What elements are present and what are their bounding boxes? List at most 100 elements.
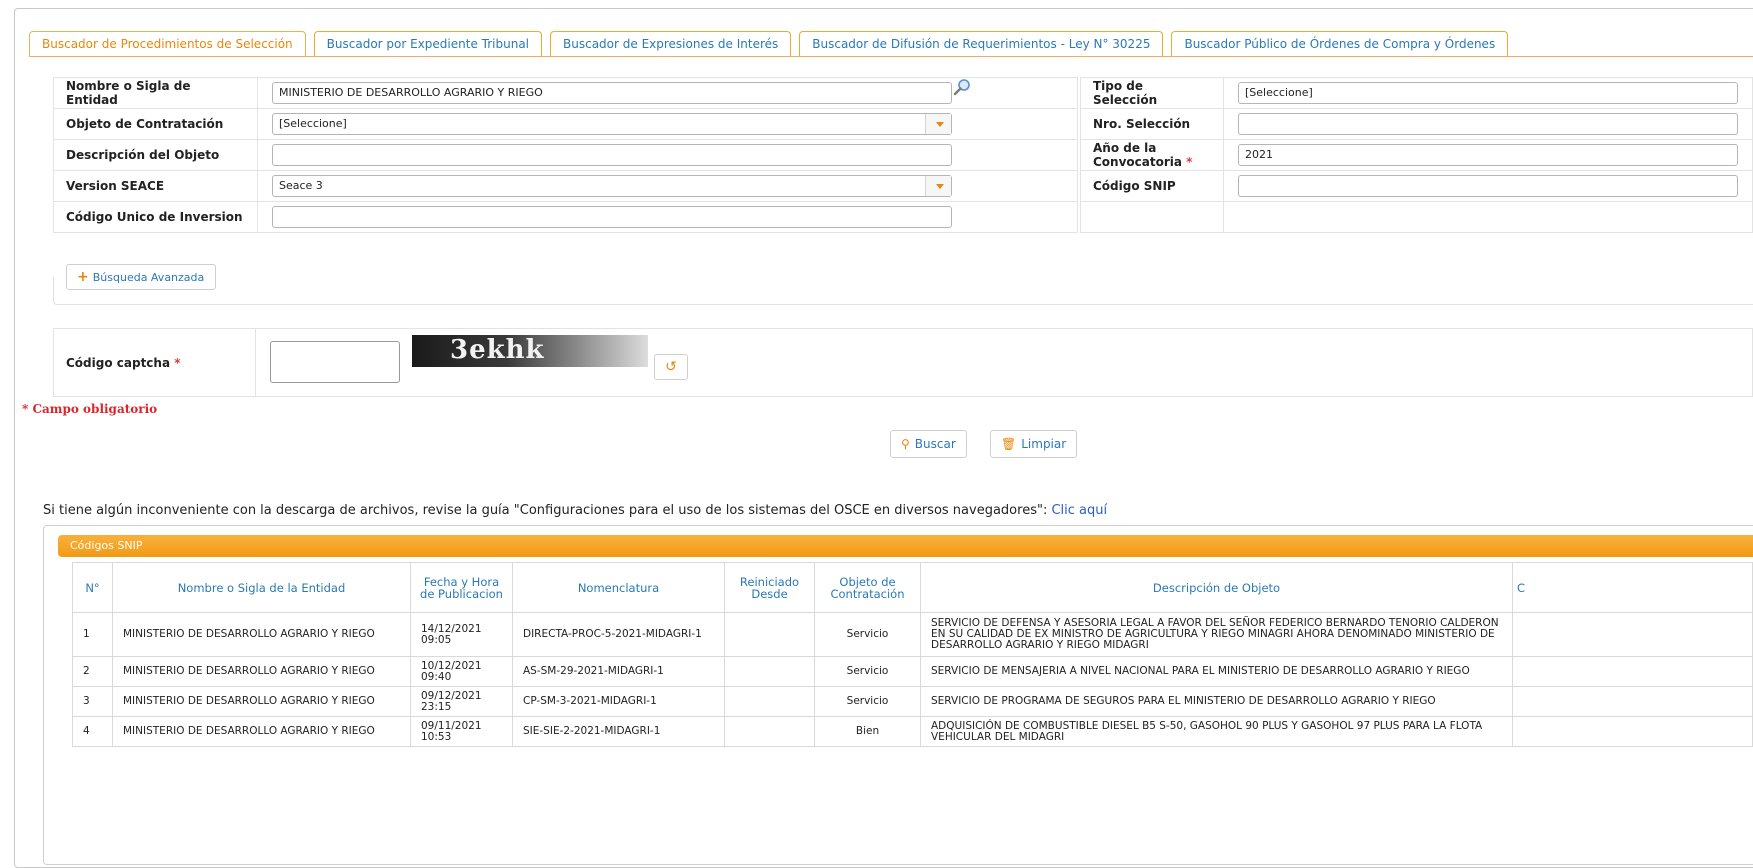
cell-truncated	[1512, 686, 1753, 717]
nro-label: Nro. Selección	[1080, 108, 1224, 140]
cell-entidad: MINISTERIO DE DESARROLLO AGRARIO Y RIEGO	[112, 656, 411, 687]
descripcion-label: Descripción del Objeto	[53, 139, 258, 171]
refresh-icon: ↺	[665, 359, 677, 375]
cell-reiniciado	[724, 716, 815, 747]
tab-ordenes-compra[interactable]: Buscador Público de Órdenes de Compra y …	[1171, 31, 1509, 57]
clear-button-label: Limpiar	[1021, 437, 1067, 451]
cell-reiniciado	[724, 656, 815, 687]
entidad-input[interactable]: MINISTERIO DE DESARROLLO AGRARIO Y RIEGO	[272, 82, 952, 104]
cell-objeto: Servicio	[814, 656, 921, 687]
tipo-select[interactable]: [Seleccione]	[1238, 82, 1738, 104]
tab-divider	[29, 56, 1753, 57]
cell-n: 1	[72, 612, 113, 657]
cell-n: 2	[72, 656, 113, 687]
cell-reiniciado	[724, 686, 815, 717]
tipo-label: Tipo de Selección	[1080, 77, 1224, 109]
cell-truncated	[1512, 716, 1753, 747]
col-header-n[interactable]: N°	[72, 562, 113, 613]
col-header-descripcion[interactable]: Descripción de Objeto	[920, 562, 1513, 613]
col-header-truncated[interactable]: C	[1512, 562, 1753, 613]
tab-expediente-tribunal[interactable]: Buscador por Expediente Tribunal	[313, 31, 543, 57]
col-header-nomenclatura[interactable]: Nomenclatura	[512, 562, 725, 613]
cell-entidad: MINISTERIO DE DESARROLLO AGRARIO Y RIEGO	[112, 716, 411, 747]
required-mark: *	[174, 355, 181, 370]
tab-difusion-requerimientos[interactable]: Buscador de Difusión de Requerimientos -…	[799, 31, 1164, 57]
cell-descripcion: SERVICIO DE MENSAJERIA A NIVEL NACIONAL …	[920, 656, 1513, 687]
refresh-captcha-button[interactable]: ↺	[654, 354, 688, 380]
guide-link[interactable]: Clic aquí	[1051, 503, 1107, 518]
cell-objeto: Servicio	[814, 686, 921, 717]
cell-fecha: 14/12/2021 09:05	[410, 612, 513, 657]
version-label: Version SEACE	[53, 170, 258, 202]
col-header-fecha[interactable]: Fecha y Hora de Publicacion	[410, 562, 513, 613]
anio-label: Año de la Convocatoria	[1093, 141, 1182, 169]
cell-n: 3	[72, 686, 113, 717]
clear-button[interactable]: 🗑 Limpiar	[990, 430, 1078, 458]
objeto-select-value: [Seleccione]	[279, 117, 347, 130]
version-select-value: Seace 3	[279, 179, 323, 192]
table-row[interactable]: 4 MINISTERIO DE DESARROLLO AGRARIO Y RIE…	[72, 716, 1753, 747]
cell-objeto: Bien	[814, 716, 921, 747]
col-header-reiniciado[interactable]: Reiniciado Desde	[724, 562, 815, 613]
search-form-right: Tipo de Selección [Seleccione] Nro. Sele…	[1080, 77, 1753, 233]
anio-label-cell: Año de la Convocatoria *	[1080, 139, 1224, 171]
table-row[interactable]: 3 MINISTERIO DE DESARROLLO AGRARIO Y RIE…	[72, 686, 1753, 717]
chevron-down-icon[interactable]	[925, 114, 951, 134]
nro-input[interactable]	[1238, 113, 1738, 135]
table-row[interactable]: 1 MINISTERIO DE DESARROLLO AGRARIO Y RIE…	[72, 612, 1753, 657]
cell-descripcion: SERVICIO DE DEFENSA Y ASESORIA LEGAL A F…	[920, 612, 1513, 657]
snip-input[interactable]	[1238, 175, 1738, 197]
search-button-label: Buscar	[914, 437, 956, 451]
captcha-label-cell: Código captcha *	[52, 328, 257, 397]
download-info-text: Si tiene algún inconveniente con la desc…	[43, 503, 1052, 518]
cell-nomenclatura: SIE-SIE-2-2021-MIDAGRI-1	[512, 716, 725, 747]
captcha-input[interactable]	[270, 341, 400, 383]
cell-fecha: 10/12/2021 09:40	[410, 656, 513, 687]
cell-reiniciado	[724, 612, 815, 657]
advanced-search-label: Búsqueda Avanzada	[92, 271, 205, 284]
tab-bar: Buscador de Procedimientos de Selección …	[29, 31, 1516, 57]
chevron-down-icon[interactable]	[925, 176, 951, 196]
search-form-left: Nombre o Sigla de Entidad MINISTERIO DE …	[53, 77, 1078, 233]
cell-fecha: 09/11/2021 10:53	[410, 716, 513, 747]
cell-nomenclatura: DIRECTA-PROC-5-2021-MIDAGRI-1	[512, 612, 725, 657]
col-header-objeto[interactable]: Objeto de Contratación	[814, 562, 921, 613]
search-entity-icon[interactable]	[952, 78, 972, 98]
advanced-search-button[interactable]: + Búsqueda Avanzada	[66, 264, 216, 290]
download-info: Si tiene algún inconveniente con la desc…	[43, 503, 1107, 518]
tab-procedimientos[interactable]: Buscador de Procedimientos de Selección	[29, 31, 306, 57]
search-button[interactable]: ⚲ Buscar	[890, 430, 967, 458]
cui-label: Código Unico de Inversion	[53, 201, 258, 233]
objeto-label: Objeto de Contratación	[53, 108, 258, 140]
version-select[interactable]: Seace 3	[272, 175, 952, 197]
results-table: N° Nombre o Sigla de la Entidad Fecha y …	[72, 562, 1753, 747]
anio-input[interactable]: 2021	[1238, 144, 1738, 166]
cell-n: 4	[72, 716, 113, 747]
advanced-search-panel	[53, 277, 1753, 305]
plus-icon: +	[77, 269, 89, 285]
cell-entidad: MINISTERIO DE DESARROLLO AGRARIO Y RIEGO	[112, 686, 411, 717]
entidad-label: Nombre o Sigla de Entidad	[53, 77, 258, 109]
cell-descripcion: SERVICIO DE PROGRAMA DE SEGUROS PARA EL …	[920, 686, 1513, 717]
search-icon: ⚲	[901, 437, 910, 451]
cell-truncated	[1512, 612, 1753, 657]
descripcion-input[interactable]	[272, 144, 952, 166]
required-note: * Campo obligatorio	[22, 402, 158, 416]
empty-cell	[1223, 201, 1753, 233]
captcha-label: Código captcha	[66, 355, 171, 370]
cell-descripcion: ADQUISICIÓN DE COMBUSTIBLE DIESEL B5 S-5…	[920, 716, 1513, 747]
trash-icon: 🗑	[1001, 437, 1017, 451]
cui-input[interactable]	[272, 206, 952, 228]
empty-cell	[1080, 201, 1224, 233]
table-row[interactable]: 2 MINISTERIO DE DESARROLLO AGRARIO Y RIE…	[72, 656, 1753, 687]
cell-nomenclatura: AS-SM-29-2021-MIDAGRI-1	[512, 656, 725, 687]
snip-label: Código SNIP	[1080, 170, 1224, 202]
objeto-select[interactable]: [Seleccione]	[272, 113, 952, 135]
captcha-image: 3ekhk	[412, 335, 648, 367]
tab-expresiones-interes[interactable]: Buscador de Expresiones de Interés	[550, 31, 792, 57]
required-mark: *	[1186, 155, 1193, 169]
col-header-entidad[interactable]: Nombre o Sigla de la Entidad	[112, 562, 411, 613]
cell-objeto: Servicio	[814, 612, 921, 657]
cell-nomenclatura: CP-SM-3-2021-MIDAGRI-1	[512, 686, 725, 717]
cell-truncated	[1512, 656, 1753, 687]
